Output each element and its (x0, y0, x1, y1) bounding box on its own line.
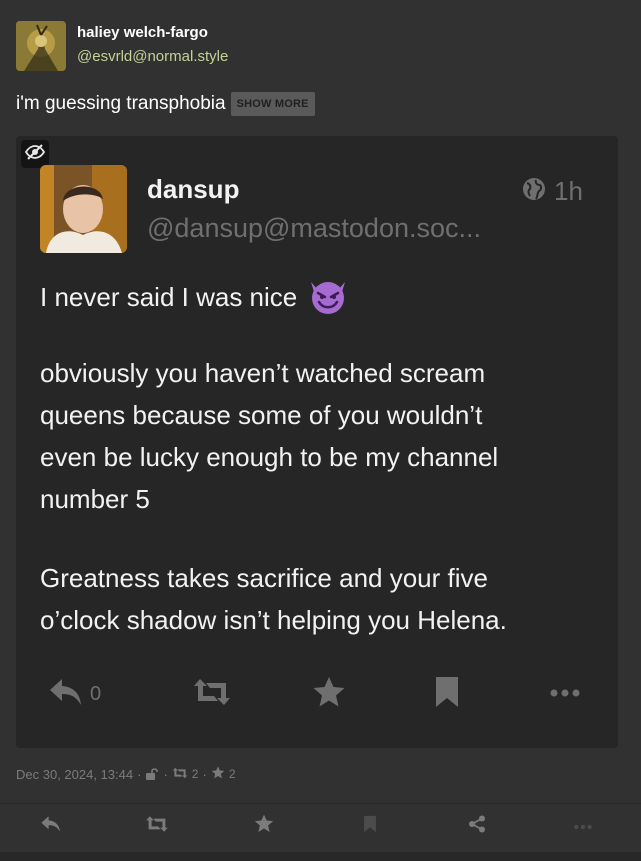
embedded-text-line-2: obviously you haven’t watched scream (40, 358, 486, 388)
embedded-text-line-6: Greatness takes sacrifice and your five (40, 563, 488, 593)
boost-count-link[interactable]: 2 (172, 767, 199, 782)
post-text: i'm guessing transphobia (16, 93, 226, 114)
reply-icon (40, 815, 62, 838)
boost-icon (145, 815, 169, 838)
embedded-reply: 0 (48, 674, 101, 714)
star-icon (254, 814, 274, 838)
embedded-reply-count: 0 (90, 682, 102, 705)
reply-icon (48, 677, 84, 712)
bookmark-button[interactable] (350, 804, 390, 848)
embedded-author-name: dansup (147, 174, 240, 204)
post-meta: Dec 30, 2024, 13:44 · · 2 · 2 (16, 764, 236, 784)
globe-icon (522, 177, 546, 206)
embedded-text-line-5: number 5 (40, 484, 150, 514)
embedded-avatar (40, 165, 127, 253)
embedded-text-line-4: even be lucky enough to be my channel (40, 442, 499, 472)
meta-separator: · (137, 766, 142, 782)
share-button[interactable] (457, 804, 497, 848)
favourite-count-link[interactable]: 2 (211, 766, 236, 782)
meta-separator: · (163, 766, 168, 782)
bookmark-icon (363, 815, 377, 838)
author-handle[interactable]: @esvrld@normal.style (77, 48, 228, 65)
embedded-time: 1h (554, 176, 583, 206)
boost-button[interactable] (137, 804, 177, 848)
embedded-favourite (312, 674, 346, 714)
more-button[interactable] (563, 804, 603, 848)
boost-icon (172, 767, 188, 782)
embedded-boost (192, 674, 232, 714)
more-icon (574, 817, 592, 835)
star-icon (312, 676, 346, 713)
embedded-text-line-3: queens because some of you wouldn’t (40, 400, 483, 430)
star-icon (211, 766, 225, 782)
post-action-bar (0, 804, 641, 848)
favourite-count: 2 (228, 767, 236, 781)
embedded-text-line-1: I never said I was nice (40, 278, 348, 321)
more-icon (550, 685, 580, 703)
boost-count: 2 (191, 767, 199, 781)
favourite-button[interactable] (244, 804, 284, 848)
share-icon (468, 815, 486, 838)
hide-media-button[interactable] (21, 140, 49, 168)
embedded-bookmark (434, 674, 460, 714)
reply-button[interactable] (31, 804, 71, 848)
embedded-timestamp: 1h (522, 176, 583, 207)
post-timestamp[interactable]: Dec 30, 2024, 13:44 (16, 767, 133, 782)
bookmark-icon (434, 676, 460, 713)
author-name[interactable]: haliey welch-fargo (77, 24, 208, 41)
boost-icon (192, 677, 232, 712)
embedded-action-bar: 0 (16, 674, 618, 714)
eye-slash-icon (24, 143, 46, 165)
meta-separator: · (202, 766, 207, 782)
embedded-author-handle: @dansup@mastodon.soc... (147, 213, 481, 243)
media-attachment[interactable]: dansup @dansup@mastodon.soc... 1h I neve… (16, 136, 618, 748)
next-item-edge (0, 852, 641, 861)
unlock-icon (145, 768, 159, 780)
embedded-more (550, 674, 580, 714)
author-avatar[interactable] (16, 21, 66, 71)
embedded-text-line-7: o’clock shadow isn’t helping you Helena. (40, 605, 507, 635)
embedded-text: I never said I was nice (40, 282, 298, 312)
status-post: haliey welch-fargo @esvrld@normal.style … (0, 0, 641, 861)
smiling-devil-emoji (308, 278, 348, 321)
post-content: i'm guessing transphobia SHOW MORE (16, 91, 315, 117)
show-more-button[interactable]: SHOW MORE (230, 92, 315, 116)
